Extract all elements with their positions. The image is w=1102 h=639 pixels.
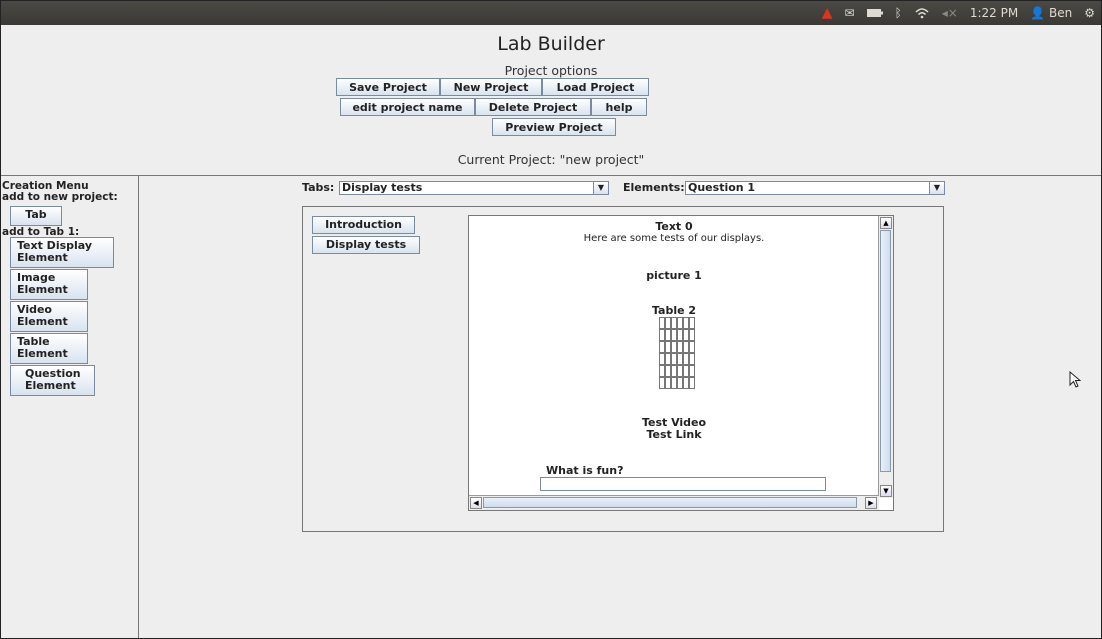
text-display-element-button[interactable]: Text Display Element [10,237,114,268]
question-answer-input[interactable] [540,477,826,491]
project-options-label: Project options [504,63,598,78]
scroll-right-icon[interactable]: ▶ [865,497,877,509]
mail-icon[interactable]: ✉ [845,6,855,20]
project-options-panel: Lab Builder Project options Save Project… [1,25,1101,176]
clock-time[interactable]: 1:22 PM [970,6,1018,20]
load-project-button[interactable]: Load Project [542,78,649,96]
table-cell [689,377,695,389]
image-element-button[interactable]: Image Element [10,269,88,300]
question-line2: Element [25,379,76,392]
alert-icon[interactable]: ▲ [822,5,833,21]
preview-project-button[interactable]: Preview Project [492,118,616,136]
picture-element-label: picture 1 [646,269,702,282]
elements-dropdown-value: Question 1 [688,181,756,194]
table-cell [689,317,695,329]
app-title: Lab Builder [497,33,605,55]
new-project-button[interactable]: New Project [440,78,542,96]
vertical-scroll-thumb[interactable] [880,230,891,472]
scroll-left-icon[interactable]: ◀ [470,497,482,509]
text-element-title: Text 0 [655,220,693,233]
elements-label: Elements: [623,181,685,194]
table-cell [689,365,695,377]
tabs-dropdown-value: Display tests [342,181,423,194]
application-window: ▲ ✉ ᛒ ◂× 1:22 PM 👤 Ben ⚙ Lab Builder Pro… [0,0,1102,639]
table-element-label: Table 2 [651,304,697,317]
creation-menu: Creation Menu add to new project: Tab ad… [1,176,139,638]
edit-project-name-button[interactable]: edit project name [340,98,475,116]
add-to-new-project-label: add to new project: [2,191,118,203]
video-element-button[interactable]: Video Element [10,301,88,332]
horizontal-scrollbar[interactable]: ◀ ▶ [469,495,879,510]
user-icon: 👤 [1030,6,1046,20]
table-cell [689,341,695,353]
tabs-dropdown[interactable]: Display tests ▼ [339,181,609,195]
question-label: What is fun? [546,464,624,477]
gear-icon[interactable]: ⚙ [1084,6,1095,20]
tab-introduction[interactable]: Introduction [312,216,415,234]
save-project-button[interactable]: Save Project [336,78,440,96]
current-project-label: Current Project: "new project" [457,152,645,167]
table-cell [689,329,695,341]
bluetooth-icon[interactable]: ᛒ [895,6,902,20]
wifi-icon[interactable] [914,7,930,19]
user-menu[interactable]: 👤 Ben [1030,6,1072,20]
tab-display-tests[interactable]: Display tests [312,236,420,254]
volume-icon[interactable]: ◂× [942,6,958,20]
mouse-pointer-icon [1069,370,1082,393]
tabs-label: Tabs: [302,181,335,194]
preview-scroll-pane[interactable]: Text 0 Here are some tests of our displa… [468,215,894,511]
table-line2: Element [17,347,68,360]
elements-dropdown[interactable]: Question 1 ▼ [685,181,945,195]
chevron-down-icon[interactable]: ▼ [929,181,945,195]
add-tab-button[interactable]: Tab [10,206,62,226]
add-tab-button-label: Tab [25,208,47,221]
table-grid [659,317,695,389]
scroll-up-icon[interactable]: ▲ [880,217,892,229]
battery-icon[interactable] [866,8,883,18]
delete-project-button[interactable]: Delete Project [475,98,591,116]
user-name: Ben [1049,6,1073,20]
question-element-button[interactable]: Question Element [10,365,95,396]
text-element-body: Here are some tests of our displays. [583,233,765,244]
system-top-bar: ▲ ✉ ᛒ ◂× 1:22 PM 👤 Ben ⚙ [1,1,1101,25]
chevron-down-icon[interactable]: ▼ [593,181,609,195]
text-display-line2: Element [17,251,68,264]
vertical-scrollbar[interactable]: ▲ ▼ [878,216,893,498]
image-line2: Element [17,283,68,296]
table-cell [689,353,695,365]
horizontal-scroll-thumb[interactable] [483,497,857,508]
link-element-label[interactable]: Test Link [469,428,879,441]
help-button[interactable]: help [591,98,647,116]
table-element-button[interactable]: Table Element [10,333,88,364]
video-line2: Element [17,315,68,328]
system-tray: ▲ ✉ ᛒ ◂× 1:22 PM 👤 Ben ⚙ [822,1,1095,25]
scroll-down-icon[interactable]: ▼ [880,485,892,497]
